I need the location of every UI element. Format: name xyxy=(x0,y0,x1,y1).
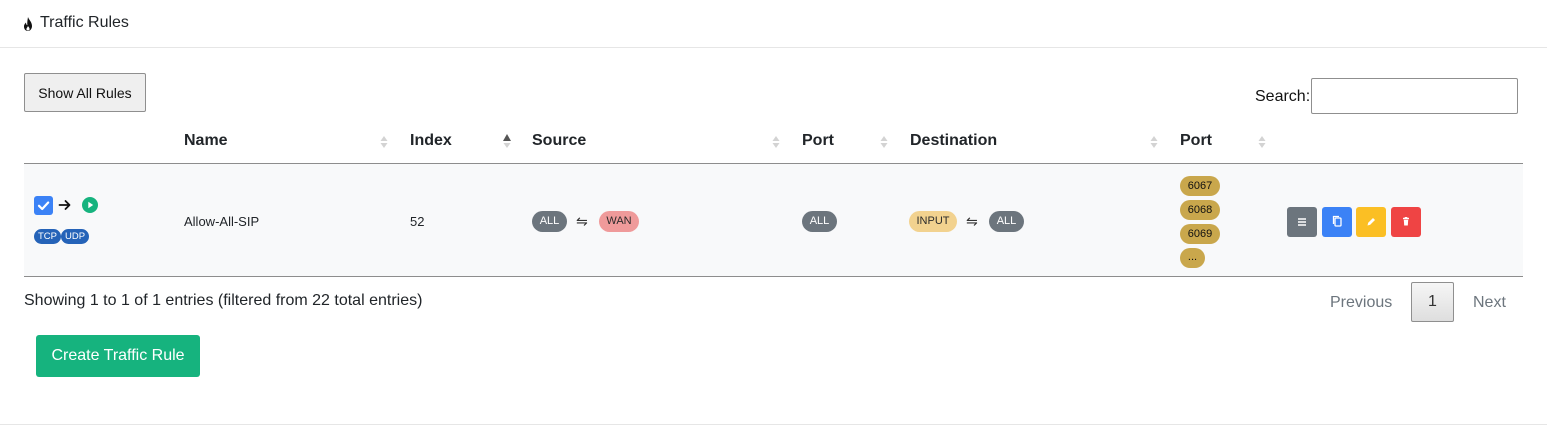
create-traffic-rule-button[interactable]: Create Traffic Rule xyxy=(36,335,200,377)
swap-arrows-icon: ⇋ xyxy=(966,213,978,229)
dest-chain-badge: INPUT xyxy=(909,211,957,232)
column-header-name[interactable]: Name xyxy=(184,132,228,150)
table-bottom-divider xyxy=(24,276,1523,277)
search-input[interactable] xyxy=(1311,78,1518,114)
pagination-previous[interactable]: Previous xyxy=(1330,294,1392,312)
pagination-next[interactable]: Next xyxy=(1473,294,1506,312)
sort-icon[interactable] xyxy=(772,134,780,150)
sort-icon[interactable] xyxy=(380,134,388,150)
sort-icon[interactable] xyxy=(880,134,888,150)
page-title: Traffic Rules xyxy=(40,14,129,31)
dest-port-badge: 6068 xyxy=(1180,200,1220,220)
column-header-source[interactable]: Source xyxy=(532,132,586,150)
details-button[interactable] xyxy=(1287,207,1317,237)
dest-port-badge: 6069 xyxy=(1180,224,1220,244)
protocol-badge-udp: UDP xyxy=(61,229,90,244)
copy-button[interactable] xyxy=(1322,207,1352,237)
column-header-dest-port[interactable]: Port xyxy=(1180,132,1212,150)
copy-icon xyxy=(1332,215,1342,227)
dest-zone-badge: ALL xyxy=(989,211,1024,232)
rule-index: 52 xyxy=(410,214,425,229)
sort-ascending-icon[interactable] xyxy=(503,134,511,150)
fire-icon xyxy=(24,17,32,31)
pagination-page-1[interactable]: 1 xyxy=(1411,282,1454,322)
rule-name: Allow-All-SIP xyxy=(184,214,260,229)
dest-port-badge: 6067 xyxy=(1180,176,1220,196)
sort-icon[interactable] xyxy=(1258,134,1266,150)
trash-icon xyxy=(1403,217,1409,226)
source-port-badge: ALL xyxy=(802,211,837,232)
dest-port-more-badge[interactable]: ... xyxy=(1180,248,1205,268)
arrow-right-icon xyxy=(58,200,71,210)
delete-button[interactable] xyxy=(1391,207,1421,237)
protocol-badge-tcp: TCP xyxy=(34,229,61,244)
card-bottom-border xyxy=(0,424,1547,425)
column-header-index[interactable]: Index xyxy=(410,132,452,150)
play-icon xyxy=(82,197,98,213)
source-interface-badge: WAN xyxy=(599,211,639,232)
column-header-source-port[interactable]: Port xyxy=(802,132,834,150)
show-all-rules-button[interactable]: Show All Rules xyxy=(24,73,146,112)
table-info: Showing 1 to 1 of 1 entries (filtered fr… xyxy=(24,292,423,309)
swap-arrows-icon: ⇋ xyxy=(576,213,588,229)
sort-icon[interactable] xyxy=(1150,134,1158,150)
enabled-checkbox[interactable] xyxy=(34,196,53,215)
source-zone-badge: ALL xyxy=(532,211,567,232)
list-icon xyxy=(1298,218,1306,226)
search-label: Search: xyxy=(1255,88,1311,105)
card-header: Traffic Rules xyxy=(0,0,1547,48)
pencil-icon xyxy=(1367,218,1375,226)
column-header-destination[interactable]: Destination xyxy=(910,132,997,150)
edit-button[interactable] xyxy=(1356,207,1386,237)
